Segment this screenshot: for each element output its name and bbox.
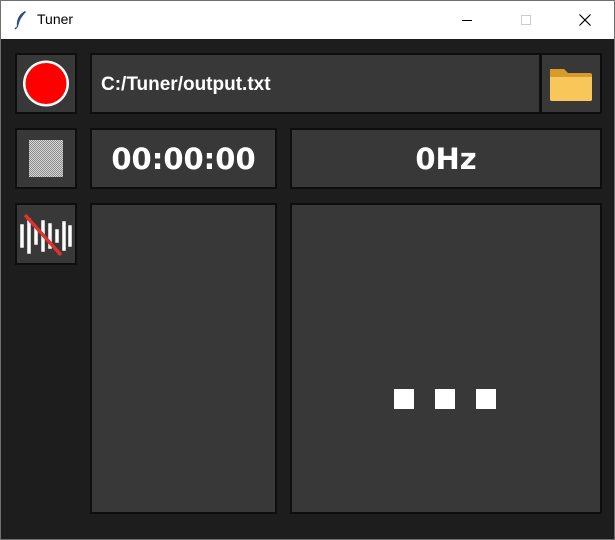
maximize-button[interactable] — [503, 1, 549, 39]
record-icon — [23, 60, 69, 107]
stop-button[interactable] — [15, 128, 77, 189]
timer-display: 00:00:00 — [90, 128, 277, 189]
feather-icon — [14, 11, 26, 30]
close-button[interactable] — [562, 1, 608, 39]
loading-dots-indicator — [394, 389, 502, 413]
loading-dot — [476, 389, 496, 409]
maximize-icon — [521, 15, 531, 25]
window-title: Tuner — [37, 11, 74, 27]
folder-icon — [550, 69, 592, 101]
close-icon — [579, 14, 591, 26]
tuning-panel — [290, 203, 602, 514]
mute-audio-button[interactable] — [15, 203, 77, 265]
title-bar[interactable]: Tuner — [1, 1, 614, 39]
minimize-icon — [462, 20, 472, 21]
left-panel — [90, 203, 277, 514]
microphone-mute-icon — [20, 213, 72, 257]
timer-text: 00:00:00 — [111, 142, 256, 176]
frequency-display: 0Hz — [290, 128, 602, 189]
loading-dot — [435, 389, 455, 409]
tuner-window: Tuner C:/Tuner/output.txt 00:00:00 0Hz — [0, 0, 615, 540]
browse-folder-button[interactable] — [540, 53, 602, 114]
output-path-display: C:/Tuner/output.txt — [90, 53, 541, 114]
loading-dot — [394, 389, 414, 409]
frequency-text: 0Hz — [415, 142, 477, 176]
stop-icon — [29, 140, 63, 177]
minimize-button[interactable] — [444, 1, 490, 39]
record-button[interactable] — [15, 53, 77, 114]
output-path-text: C:/Tuner/output.txt — [101, 74, 271, 95]
